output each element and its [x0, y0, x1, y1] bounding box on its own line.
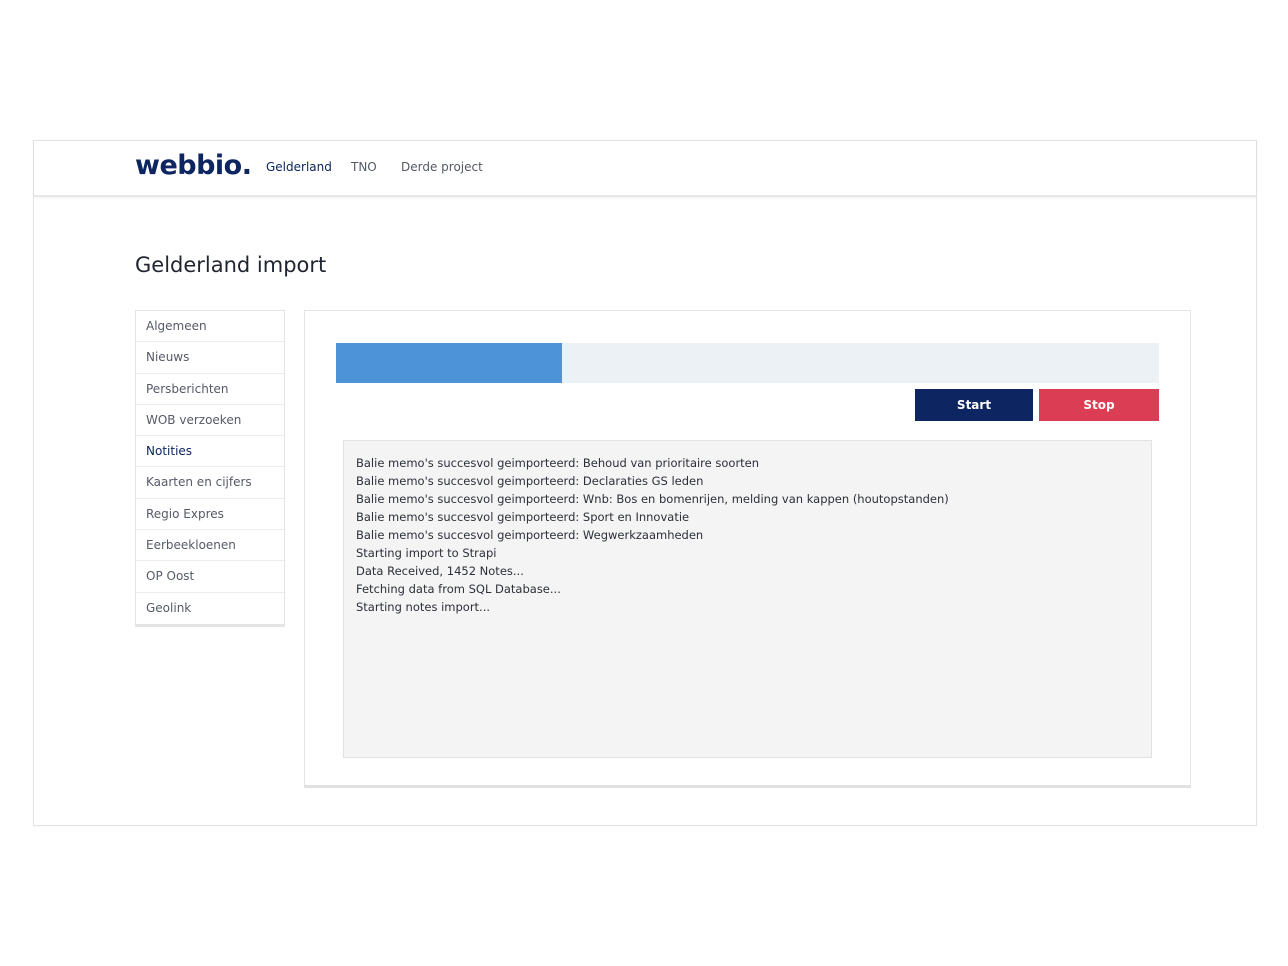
import-progress-fill [336, 343, 563, 383]
nav-link-tno[interactable]: TNO [351, 160, 377, 174]
log-line: Balie memo's succesvol geimporteerd: Beh… [356, 456, 760, 470]
sidebar-item-regio-expres[interactable]: Regio Expres [136, 499, 284, 531]
sidebar-item-algemeen[interactable]: Algemeen [136, 311, 284, 343]
sidebar-item-nieuws[interactable]: Nieuws [136, 342, 284, 374]
log-line: Starting import to Strapi [356, 546, 497, 560]
top-navbar: webbio. Gelderland TNO Derde project [34, 141, 1256, 197]
sidebar-item-kaarten-en-cijfers[interactable]: Kaarten en cijfers [136, 467, 284, 499]
sidebar-item-wob-verzoeken[interactable]: WOB verzoeken [136, 405, 284, 437]
log-line: Balie memo's succesvol geimporteerd: Spo… [356, 510, 690, 524]
sidebar-item-persberichten[interactable]: Persberichten [136, 374, 284, 405]
webbio-logo[interactable]: webbio. [135, 150, 252, 181]
nav-link-derde-project[interactable]: Derde project [401, 160, 483, 174]
sidebar-item-geolink[interactable]: Geolink [136, 593, 284, 624]
start-button[interactable]: Start [915, 389, 1033, 421]
sidebar-item-notities[interactable]: Notities [136, 436, 284, 468]
log-line: Fetching data from SQL Database... [356, 582, 561, 596]
sidebar-item-op-oost[interactable]: OP Oost [136, 561, 284, 593]
import-log: Balie memo's succesvol geimporteerd: Beh… [343, 440, 1152, 758]
page-title: Gelderland import [135, 253, 327, 278]
log-line: Balie memo's succesvol geimporteerd: Wnb… [356, 492, 949, 506]
log-line: Starting notes import... [356, 600, 491, 614]
app-window: webbio. Gelderland TNO Derde project Gel… [33, 140, 1257, 826]
import-progress-bar [336, 343, 1159, 383]
log-line: Balie memo's succesvol geimporteerd: Dec… [356, 474, 704, 488]
sidebar-item-eerbeekloenen[interactable]: Eerbeekloenen [136, 530, 284, 562]
log-line: Data Received, 1452 Notes... [356, 564, 524, 578]
nav-link-gelderland[interactable]: Gelderland [266, 160, 332, 174]
sidebar-menu: Algemeen Nieuws Persberichten WOB verzoe… [135, 310, 285, 627]
log-line: Balie memo's succesvol geimporteerd: Weg… [356, 528, 704, 542]
stop-button[interactable]: Stop [1039, 389, 1159, 421]
import-panel: Start Stop Balie memo's succesvol geimpo… [304, 310, 1191, 788]
